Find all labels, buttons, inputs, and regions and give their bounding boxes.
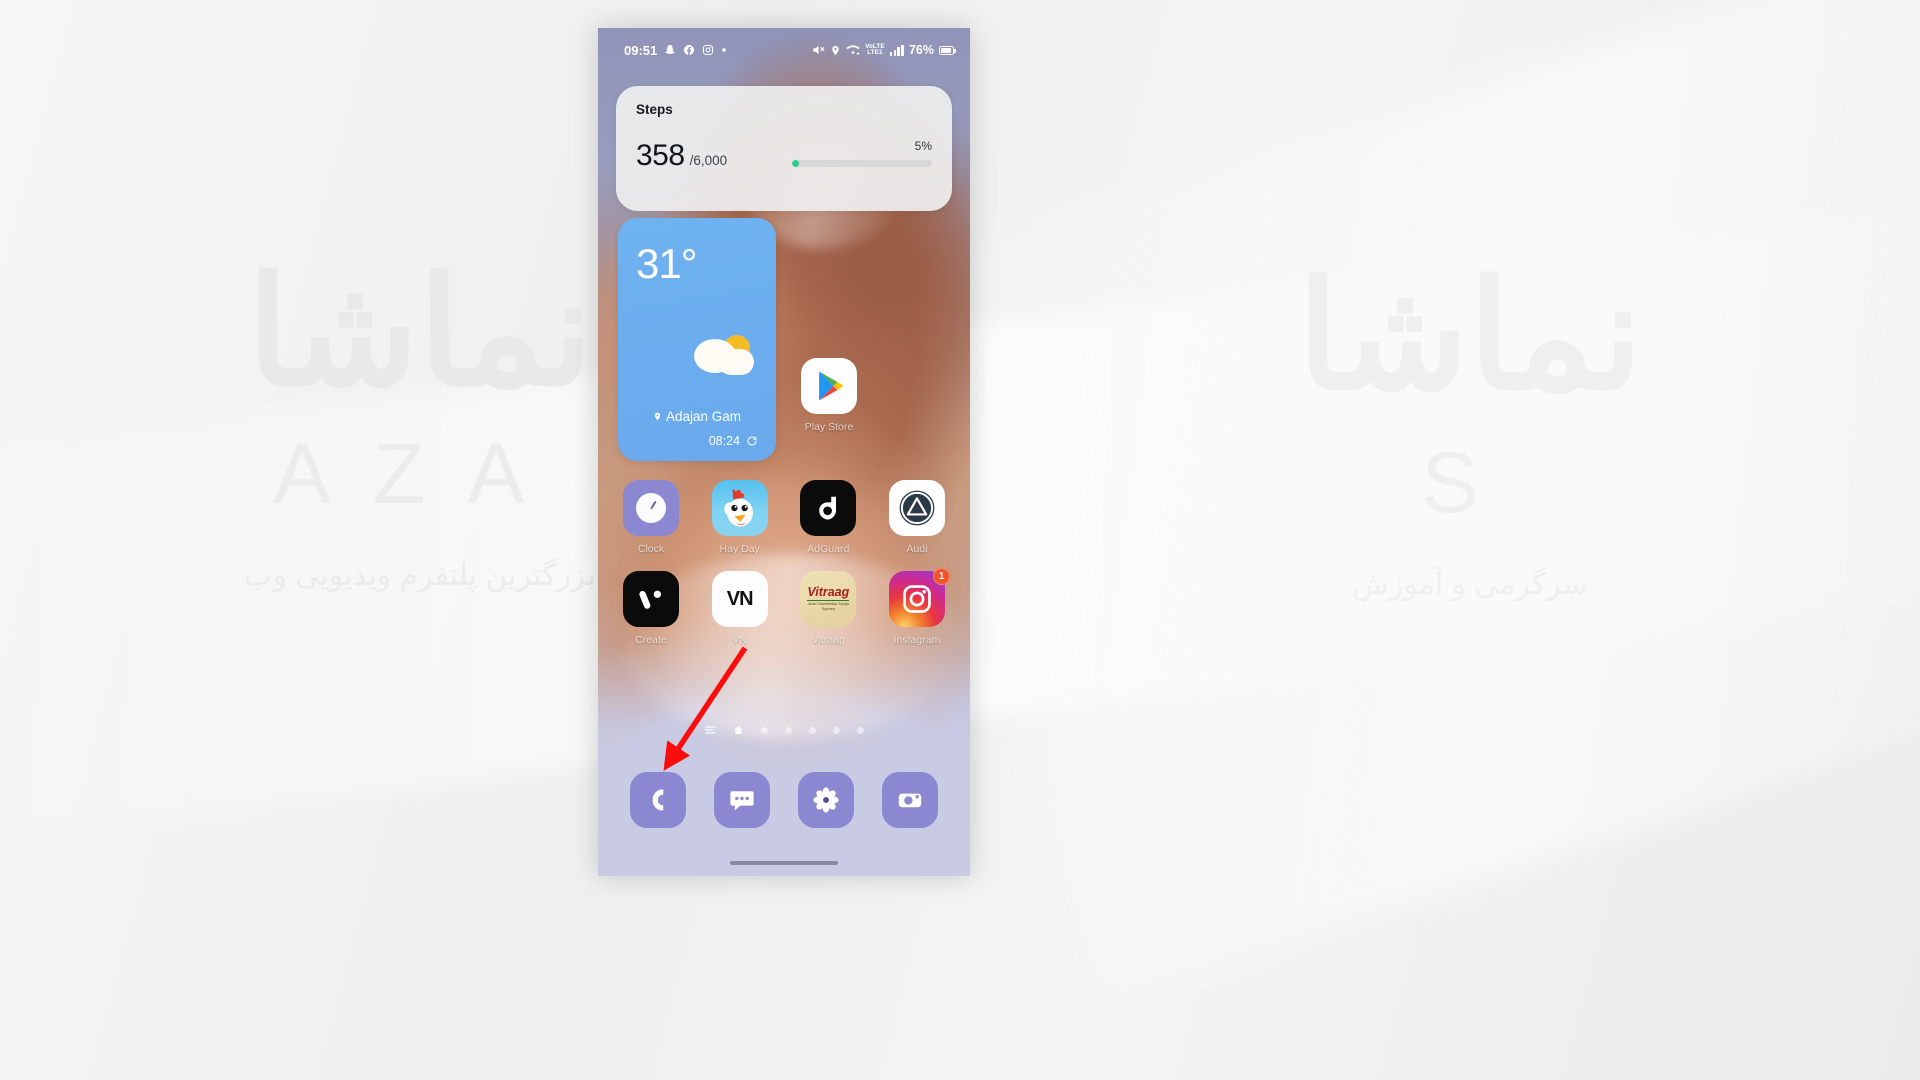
steps-progress-group: 5% bbox=[792, 139, 932, 167]
hay-day-app-label: Hay Day bbox=[719, 543, 760, 555]
steps-count-group: 358 /6,000 bbox=[636, 141, 727, 171]
adguard-icon[interactable] bbox=[800, 480, 857, 536]
page-dot[interactable] bbox=[760, 726, 768, 734]
watermark-right-subtitle: S bbox=[1421, 435, 1519, 531]
vn-text-icon[interactable]: VN bbox=[711, 571, 768, 627]
weather-temperature: 31° bbox=[636, 240, 698, 287]
battery-icon bbox=[939, 45, 957, 55]
clock-app[interactable]: Clock bbox=[612, 480, 690, 555]
steps-widget-body: 358 /6,000 5% bbox=[636, 139, 932, 171]
navigation-bar bbox=[598, 850, 970, 876]
page-indicator[interactable] bbox=[598, 725, 970, 735]
watermark-right-title: نماشا bbox=[1297, 252, 1643, 420]
weather-location-name: Adajan Gam bbox=[665, 409, 742, 424]
weather-updated-row[interactable]: 08:24 bbox=[709, 434, 758, 448]
cloud-shape-front bbox=[694, 339, 736, 373]
gesture-pill[interactable] bbox=[730, 861, 838, 865]
adguard-app[interactable]: AdGuard bbox=[789, 480, 867, 555]
vn-app-label: VN bbox=[732, 634, 747, 646]
dock bbox=[598, 752, 970, 848]
weather-location-row: Adajan Gam bbox=[618, 409, 776, 424]
weather-updated-time: 08:24 bbox=[708, 434, 740, 448]
audi-app[interactable]: Audi bbox=[878, 480, 956, 555]
clock-icon[interactable] bbox=[623, 480, 679, 536]
page-dot[interactable] bbox=[832, 726, 840, 734]
triangle-circle-icon[interactable] bbox=[888, 480, 945, 536]
playstore-app-cell[interactable]: Play Store bbox=[790, 358, 868, 433]
v-mark-icon[interactable] bbox=[623, 571, 679, 627]
flower-icon bbox=[813, 787, 839, 813]
steps-percent-label: 5% bbox=[914, 139, 932, 153]
facebook-icon bbox=[683, 44, 695, 56]
clock-app-label: Clock bbox=[637, 543, 665, 555]
steps-count-value: 358 bbox=[636, 139, 685, 172]
steps-widget[interactable]: Steps 358 /6,000 5% bbox=[616, 86, 952, 211]
status-bar-clock: 09:51 bbox=[624, 42, 658, 58]
page-dot[interactable] bbox=[808, 726, 816, 734]
vitraag-app[interactable]: Vitraag Jinan Shanthimkar Sangh Sydney V… bbox=[789, 571, 867, 646]
steps-progress-track bbox=[792, 160, 932, 167]
instagram-notification-badge: 1 bbox=[932, 568, 950, 585]
refresh-icon[interactable] bbox=[746, 435, 758, 447]
instagram-icon bbox=[702, 44, 714, 56]
mute-icon bbox=[811, 43, 825, 57]
instagram-app[interactable]: 1 Instagram bbox=[878, 568, 956, 646]
adguard-app-label: AdGuard bbox=[807, 543, 850, 555]
audi-app-label: Audi bbox=[906, 543, 928, 555]
vitraag-icon[interactable]: Vitraag Jinan Shanthimkar Sangh Sydney bbox=[800, 571, 857, 627]
app-row: Clock Hay Day AdGuard Audi bbox=[612, 480, 956, 555]
camera-app[interactable] bbox=[882, 772, 938, 828]
app-list-icon[interactable] bbox=[704, 726, 716, 734]
page-dot[interactable] bbox=[784, 726, 792, 734]
vn-icon-text: VN bbox=[726, 587, 754, 610]
chicken-icon[interactable] bbox=[711, 480, 768, 536]
vimeo-app[interactable]: Create bbox=[612, 571, 690, 646]
app-row: Create VN VN Vitraag Jinan Shanthimkar S… bbox=[612, 568, 956, 646]
phone-screenshot: 09:51 VoLTE LTE1 76% Steps 358 /6,000 5%… bbox=[598, 28, 970, 876]
weather-widget[interactable]: 31° Adajan Gam 08:24 bbox=[618, 218, 776, 461]
playstore-app-label: Play Store bbox=[804, 421, 854, 433]
messages-app[interactable] bbox=[714, 772, 770, 828]
steps-goal-value: /6,000 bbox=[689, 153, 728, 168]
vitraag-app-label: Vitraag bbox=[811, 634, 845, 646]
watermark-right: نماشا S سرگرمی و آموزش bbox=[1090, 250, 1850, 602]
status-bar: 09:51 VoLTE LTE1 76% bbox=[598, 28, 970, 72]
snapchat-icon bbox=[664, 44, 676, 56]
dot-icon bbox=[721, 47, 727, 53]
partly-cloudy-icon bbox=[694, 335, 754, 375]
play-store-icon[interactable] bbox=[801, 358, 857, 414]
location-pin-icon bbox=[654, 412, 661, 421]
vn-app[interactable]: VN VN bbox=[701, 571, 779, 646]
hay-day-app[interactable]: Hay Day bbox=[701, 480, 779, 555]
instagram-app-label: Instagram bbox=[893, 634, 941, 646]
signal-bars-icon bbox=[889, 44, 904, 56]
status-bar-right: VoLTE LTE1 76% bbox=[811, 43, 957, 57]
home-icon[interactable] bbox=[733, 725, 744, 735]
app-grid: Clock Hay Day AdGuard Audi Create VN VN … bbox=[612, 480, 956, 662]
location-icon bbox=[830, 44, 841, 57]
status-bar-left: 09:51 bbox=[624, 43, 727, 58]
steps-widget-title: Steps bbox=[636, 102, 673, 117]
wifi-icon bbox=[846, 44, 860, 56]
volte-indicator: VoLTE LTE1 bbox=[865, 43, 885, 57]
vitraag-icon-title: Vitraag bbox=[807, 585, 850, 601]
page-dot[interactable] bbox=[856, 726, 864, 734]
message-bubble-icon bbox=[730, 791, 754, 811]
vimeo-app-label: Create bbox=[635, 634, 667, 646]
phone-icon bbox=[652, 789, 664, 811]
camera-icon bbox=[898, 793, 922, 808]
battery-percent-label: 76% bbox=[908, 43, 934, 57]
gallery-app[interactable] bbox=[798, 772, 854, 828]
phone-app[interactable] bbox=[630, 772, 686, 828]
vitraag-icon-city: Sydney bbox=[821, 606, 835, 612]
steps-progress-fill bbox=[792, 160, 799, 167]
watermark-right-tagline: سرگرمی و آموزش bbox=[1352, 568, 1588, 601]
volte-label-bottom: LTE1 bbox=[867, 49, 883, 56]
